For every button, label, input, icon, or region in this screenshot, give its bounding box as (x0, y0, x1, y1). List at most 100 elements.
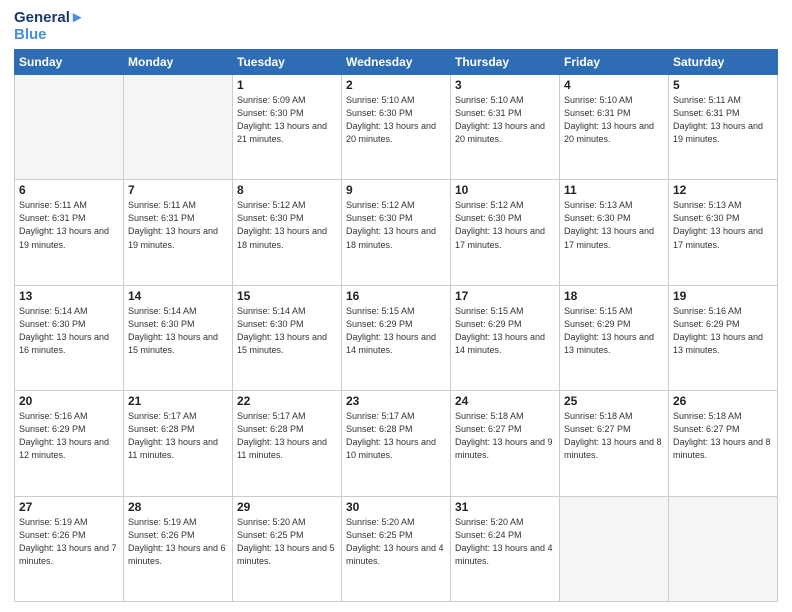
day-info: Sunrise: 5:18 AM Sunset: 6:27 PM Dayligh… (673, 410, 773, 462)
day-info: Sunrise: 5:16 AM Sunset: 6:29 PM Dayligh… (19, 410, 119, 462)
weekday-header-wednesday: Wednesday (342, 50, 451, 75)
day-number: 21 (128, 394, 228, 408)
header: General►Blue (14, 10, 778, 43)
calendar-cell: 7 Sunrise: 5:11 AM Sunset: 6:31 PM Daylig… (124, 180, 233, 285)
day-number: 4 (564, 78, 664, 92)
calendar-cell: 15Sunrise: 5:14 AM Sunset: 6:30 PM Dayli… (233, 285, 342, 390)
day-number: 6 (19, 183, 119, 197)
calendar-cell (560, 496, 669, 601)
weekday-header-thursday: Thursday (451, 50, 560, 75)
calendar-cell: 28 Sunrise: 5:19 AM Sunset: 6:26 PM Dayli… (124, 496, 233, 601)
calendar-cell: 21Sunrise: 5:17 AM Sunset: 6:28 PM Dayli… (124, 391, 233, 496)
day-number: 31 (455, 500, 555, 514)
day-number: 15 (237, 289, 337, 303)
calendar-cell: 31 Sunrise: 5:20 AM Sunset: 6:24 PM Dayli… (451, 496, 560, 601)
day-number: 25 (564, 394, 664, 408)
calendar-cell: 5Sunrise: 5:11 AM Sunset: 6:31 PM Daylig… (669, 75, 778, 180)
calendar-cell: 22 Sunrise: 5:17 AM Sunset: 6:28 PM Dayli… (233, 391, 342, 496)
day-number: 14 (128, 289, 228, 303)
day-number: 7 (128, 183, 228, 197)
day-info: Sunrise: 5:15 AM Sunset: 6:29 PM Dayligh… (564, 305, 664, 357)
day-number: 22 (237, 394, 337, 408)
day-info: Sunrise: 5:11 AM Sunset: 6:31 PM Dayligh… (19, 199, 119, 251)
day-info: Sunrise: 5:17 AM Sunset: 6:28 PM Dayligh… (237, 410, 337, 462)
weekday-header-saturday: Saturday (669, 50, 778, 75)
day-number: 30 (346, 500, 446, 514)
calendar-cell: 13 Sunrise: 5:14 AM Sunset: 6:30 PM Dayli… (15, 285, 124, 390)
day-number: 29 (237, 500, 337, 514)
day-number: 28 (128, 500, 228, 514)
day-number: 2 (346, 78, 446, 92)
day-number: 16 (346, 289, 446, 303)
calendar-cell: 10 Sunrise: 5:12 AM Sunset: 6:30 PM Dayli… (451, 180, 560, 285)
calendar-cell: 29Sunrise: 5:20 AM Sunset: 6:25 PM Dayli… (233, 496, 342, 601)
calendar-cell: 4 Sunrise: 5:10 AM Sunset: 6:31 PM Daylig… (560, 75, 669, 180)
calendar-cell: 26 Sunrise: 5:18 AM Sunset: 6:27 PM Dayli… (669, 391, 778, 496)
calendar-cell: 23 Sunrise: 5:17 AM Sunset: 6:28 PM Dayli… (342, 391, 451, 496)
calendar-cell (669, 496, 778, 601)
day-number: 27 (19, 500, 119, 514)
day-info: Sunrise: 5:12 AM Sunset: 6:30 PM Dayligh… (237, 199, 337, 251)
day-number: 10 (455, 183, 555, 197)
weekday-header-sunday: Sunday (15, 50, 124, 75)
day-number: 20 (19, 394, 119, 408)
calendar-cell (124, 75, 233, 180)
calendar-cell: 8 Sunrise: 5:12 AM Sunset: 6:30 PM Daylig… (233, 180, 342, 285)
day-info: Sunrise: 5:14 AM Sunset: 6:30 PM Dayligh… (19, 305, 119, 357)
day-info: Sunrise: 5:11 AM Sunset: 6:31 PM Dayligh… (128, 199, 228, 251)
day-info: Sunrise: 5:20 AM Sunset: 6:24 PM Dayligh… (455, 516, 555, 568)
day-number: 23 (346, 394, 446, 408)
day-number: 8 (237, 183, 337, 197)
logo: General►Blue (14, 10, 85, 43)
day-info: Sunrise: 5:09 AM Sunset: 6:30 PM Dayligh… (237, 94, 337, 146)
day-info: Sunrise: 5:18 AM Sunset: 6:27 PM Dayligh… (455, 410, 555, 462)
day-number: 1 (237, 78, 337, 92)
day-info: Sunrise: 5:15 AM Sunset: 6:29 PM Dayligh… (455, 305, 555, 357)
calendar-cell: 16 Sunrise: 5:15 AM Sunset: 6:29 PM Dayli… (342, 285, 451, 390)
day-info: Sunrise: 5:19 AM Sunset: 6:26 PM Dayligh… (128, 516, 228, 568)
calendar-cell: 9 Sunrise: 5:12 AM Sunset: 6:30 PM Daylig… (342, 180, 451, 285)
calendar-cell: 27 Sunrise: 5:19 AM Sunset: 6:26 PM Dayli… (15, 496, 124, 601)
calendar-cell: 1 Sunrise: 5:09 AM Sunset: 6:30 PM Daylig… (233, 75, 342, 180)
calendar-cell: 17 Sunrise: 5:15 AM Sunset: 6:29 PM Dayli… (451, 285, 560, 390)
calendar-cell: 14Sunrise: 5:14 AM Sunset: 6:30 PM Dayli… (124, 285, 233, 390)
day-info: Sunrise: 5:10 AM Sunset: 6:31 PM Dayligh… (564, 94, 664, 146)
calendar-table: SundayMondayTuesdayWednesdayThursdayFrid… (14, 49, 778, 602)
logo-text: General►Blue (14, 10, 85, 43)
day-number: 24 (455, 394, 555, 408)
calendar-cell: 6 Sunrise: 5:11 AM Sunset: 6:31 PM Daylig… (15, 180, 124, 285)
calendar-cell: 24 Sunrise: 5:18 AM Sunset: 6:27 PM Dayli… (451, 391, 560, 496)
day-number: 26 (673, 394, 773, 408)
day-info: Sunrise: 5:11 AM Sunset: 6:31 PM Dayligh… (673, 94, 773, 146)
day-info: Sunrise: 5:13 AM Sunset: 6:30 PM Dayligh… (673, 199, 773, 251)
day-number: 17 (455, 289, 555, 303)
calendar-cell: 19 Sunrise: 5:16 AM Sunset: 6:29 PM Dayli… (669, 285, 778, 390)
page: General►Blue SundayMondayTuesdayWednesda… (0, 0, 792, 612)
calendar-cell: 20 Sunrise: 5:16 AM Sunset: 6:29 PM Dayli… (15, 391, 124, 496)
weekday-header-monday: Monday (124, 50, 233, 75)
day-info: Sunrise: 5:16 AM Sunset: 6:29 PM Dayligh… (673, 305, 773, 357)
day-info: Sunrise: 5:10 AM Sunset: 6:30 PM Dayligh… (346, 94, 446, 146)
calendar-cell: 30Sunrise: 5:20 AM Sunset: 6:25 PM Dayli… (342, 496, 451, 601)
day-number: 9 (346, 183, 446, 197)
day-number: 19 (673, 289, 773, 303)
weekday-header-tuesday: Tuesday (233, 50, 342, 75)
day-info: Sunrise: 5:17 AM Sunset: 6:28 PM Dayligh… (346, 410, 446, 462)
day-info: Sunrise: 5:15 AM Sunset: 6:29 PM Dayligh… (346, 305, 446, 357)
weekday-header-friday: Friday (560, 50, 669, 75)
day-info: Sunrise: 5:10 AM Sunset: 6:31 PM Dayligh… (455, 94, 555, 146)
day-info: Sunrise: 5:13 AM Sunset: 6:30 PM Dayligh… (564, 199, 664, 251)
calendar-cell: 25Sunrise: 5:18 AM Sunset: 6:27 PM Dayli… (560, 391, 669, 496)
day-number: 13 (19, 289, 119, 303)
day-info: Sunrise: 5:12 AM Sunset: 6:30 PM Dayligh… (346, 199, 446, 251)
day-info: Sunrise: 5:12 AM Sunset: 6:30 PM Dayligh… (455, 199, 555, 251)
calendar-cell (15, 75, 124, 180)
calendar-cell: 11 Sunrise: 5:13 AM Sunset: 6:30 PM Dayli… (560, 180, 669, 285)
calendar-cell: 12 Sunrise: 5:13 AM Sunset: 6:30 PM Dayli… (669, 180, 778, 285)
day-info: Sunrise: 5:19 AM Sunset: 6:26 PM Dayligh… (19, 516, 119, 568)
day-number: 12 (673, 183, 773, 197)
calendar-cell: 18Sunrise: 5:15 AM Sunset: 6:29 PM Dayli… (560, 285, 669, 390)
calendar-cell: 3 Sunrise: 5:10 AM Sunset: 6:31 PM Daylig… (451, 75, 560, 180)
day-number: 3 (455, 78, 555, 92)
day-number: 11 (564, 183, 664, 197)
